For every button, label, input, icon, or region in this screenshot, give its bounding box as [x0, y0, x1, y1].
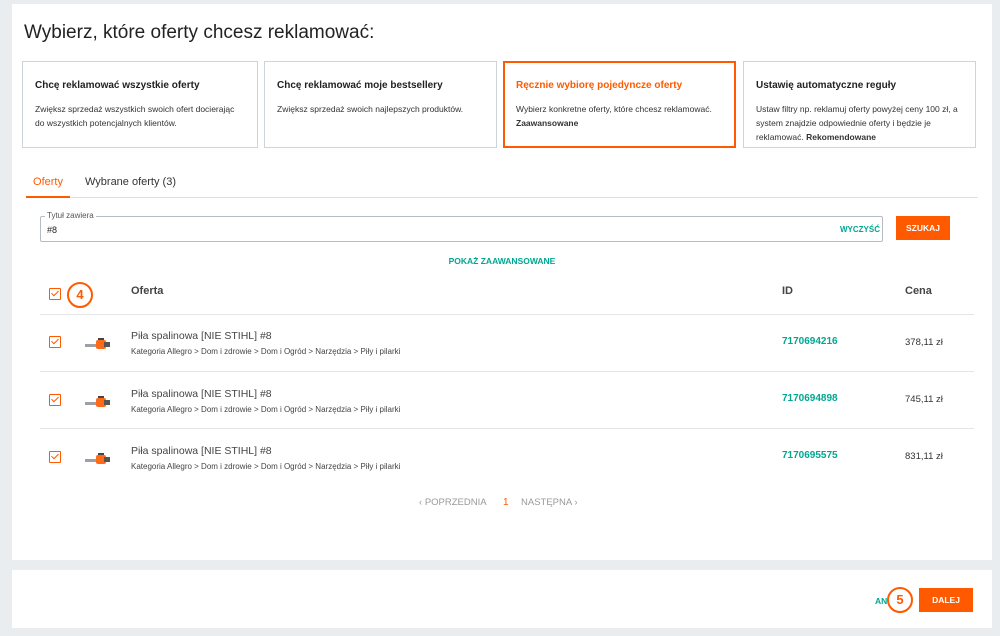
option-title: Ustawię automatyczne reguły — [756, 80, 897, 91]
offer-title[interactable]: Piła spalinowa [NIE STIHL] #8 — [131, 330, 272, 342]
title-search-field[interactable]: Tytuł zawiera #8 WYCZYŚĆ — [40, 211, 883, 242]
step-marker-5: 5 — [887, 587, 913, 613]
tab-selected-offers[interactable]: Wybrane oferty (3) — [85, 176, 176, 198]
row-checkbox[interactable] — [49, 394, 61, 406]
clear-search-link[interactable]: WYCZYŚĆ — [840, 225, 880, 234]
search-label: Tytuł zawiera — [45, 211, 96, 220]
row-divider — [40, 371, 974, 372]
option-automatic-rules[interactable]: Ustawię automatyczne reguły Ustaw filtry… — [743, 61, 976, 148]
option-desc: Wybierz konkretne oferty, które chcesz r… — [516, 104, 712, 128]
option-title: Chcę reklamować moje bestsellery — [277, 80, 443, 91]
option-title: Ręcznie wybiorę pojedyncze oferty — [516, 80, 683, 91]
column-header-id: ID — [782, 285, 793, 297]
prev-label: POPRZEDNIA — [424, 497, 487, 508]
option-manual-selection[interactable]: Ręcznie wybiorę pojedyncze oferty Wybier… — [503, 61, 736, 148]
main-card: Wybierz, które oferty chcesz reklamować:… — [12, 4, 992, 560]
option-desc: Ustaw filtry np. reklamuj oferty powyżej… — [756, 104, 958, 142]
search-button[interactable]: SZUKAJ — [896, 216, 950, 240]
offer-id-link[interactable]: 7170695575 — [782, 450, 838, 461]
cancel-link[interactable]: AN — [875, 596, 887, 606]
row-divider — [40, 314, 974, 315]
show-advanced-link[interactable]: POKAŻ ZAAWANSOWANE — [12, 256, 992, 266]
next-label: NASTĘPNA — [521, 497, 572, 508]
offer-category: Kategoria Allegro > Dom i zdrowie > Dom … — [131, 347, 401, 356]
chevron-left-icon: ‹ — [419, 497, 423, 508]
column-header-offer: Oferta — [131, 285, 164, 297]
page-number-current[interactable]: 1 — [503, 497, 509, 508]
chainsaw-thumbnail-icon — [85, 453, 110, 464]
option-all-offers[interactable]: Chcę reklamować wszystkie oferty Zwiększ… — [22, 61, 258, 148]
option-desc: Zwiększ sprzedaż swoich najlepszych prod… — [277, 104, 464, 114]
next-button[interactable]: DALEJ — [919, 588, 973, 612]
chainsaw-thumbnail-icon — [85, 396, 110, 407]
offer-title[interactable]: Piła spalinowa [NIE STIHL] #8 — [131, 388, 272, 400]
offer-category: Kategoria Allegro > Dom i zdrowie > Dom … — [131, 405, 401, 414]
offer-id-link[interactable]: 7170694898 — [782, 393, 838, 404]
step-marker-4: 4 — [67, 282, 93, 308]
offer-id-link[interactable]: 7170694216 — [782, 336, 838, 347]
row-checkbox[interactable] — [49, 451, 61, 463]
footer-bar: AN 5 DALEJ — [12, 570, 992, 628]
option-tag: Rekomendowane — [806, 132, 876, 142]
option-desc: Zwiększ sprzedaż wszystkich swoich ofert… — [35, 104, 235, 128]
pagination-next[interactable]: NASTĘPNA › — [521, 497, 578, 508]
chainsaw-thumbnail-icon — [85, 338, 110, 349]
pagination-prev[interactable]: ‹ POPRZEDNIA — [419, 497, 487, 508]
offer-price: 378,11 zł — [905, 337, 943, 348]
option-title: Chcę reklamować wszystkie oferty — [35, 80, 200, 91]
offer-tabs: Oferty Wybrane oferty (3) — [26, 172, 978, 198]
offer-price: 745,11 zł — [905, 394, 943, 405]
search-input[interactable]: #8 — [47, 225, 57, 235]
offer-title[interactable]: Piła spalinowa [NIE STIHL] #8 — [131, 445, 272, 457]
offer-price: 831,11 zł — [905, 451, 943, 462]
select-all-checkbox[interactable] — [49, 288, 61, 300]
column-header-price: Cena — [905, 285, 932, 297]
offer-category: Kategoria Allegro > Dom i zdrowie > Dom … — [131, 462, 401, 471]
row-checkbox[interactable] — [49, 336, 61, 348]
option-bestsellers[interactable]: Chcę reklamować moje bestsellery Zwiększ… — [264, 61, 497, 148]
chevron-right-icon: › — [574, 497, 578, 508]
tab-offers[interactable]: Oferty — [26, 176, 70, 198]
page-title: Wybierz, które oferty chcesz reklamować: — [24, 22, 375, 43]
row-divider — [40, 428, 974, 429]
option-tag: Zaawansowane — [516, 118, 579, 128]
